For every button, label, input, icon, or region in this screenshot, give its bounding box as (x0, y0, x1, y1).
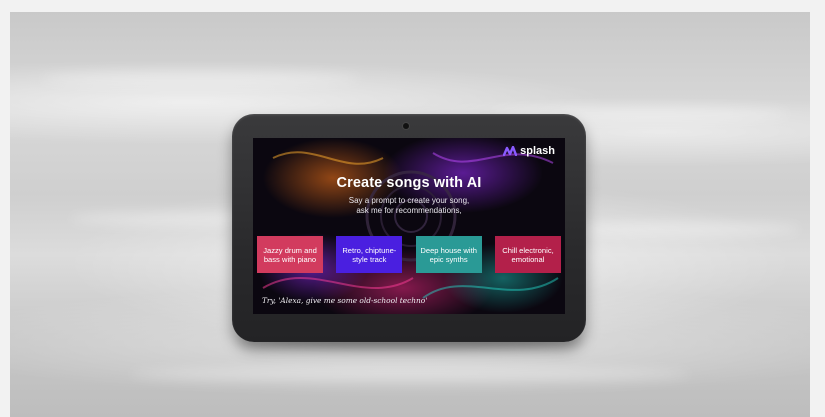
splash-wave-logo-icon (503, 146, 518, 156)
light-streak (570, 222, 800, 236)
brand-name: splash (520, 145, 555, 157)
smart-display-device: splash Create songs with AI Say a prompt… (232, 114, 586, 342)
subtitle: Say a prompt to create your song, ask me… (253, 196, 565, 216)
device-screen[interactable]: splash Create songs with AI Say a prompt… (253, 138, 565, 314)
voice-prompt-hint: Try, 'Alexa, give me some old-school tec… (262, 296, 428, 305)
subtitle-line-1: Say a prompt to create your song, (348, 196, 470, 205)
suggestion-chip-chill-electronic[interactable]: Chill electronic, emotional (494, 236, 561, 273)
light-streak (130, 367, 690, 381)
light-streak (40, 72, 360, 86)
camera-icon (403, 123, 409, 129)
suggestion-chip-retro-chiptune[interactable]: Retro, chiptune-style track (336, 236, 403, 273)
background-stage: splash Create songs with AI Say a prompt… (10, 12, 810, 417)
page-title: Create songs with AI (336, 175, 482, 191)
prompt-suggestions: Jazzy drum and bass with piano Retro, ch… (257, 236, 561, 273)
suggestion-chip-jazzy-drum-and-bass[interactable]: Jazzy drum and bass with piano (257, 236, 323, 273)
subtitle-line-2: ask me for recommendations, (356, 206, 462, 215)
splash-brand: splash (503, 145, 555, 157)
suggestion-chip-deep-house[interactable]: Deep house with epic synths (415, 236, 482, 273)
music-art-background (253, 138, 565, 314)
